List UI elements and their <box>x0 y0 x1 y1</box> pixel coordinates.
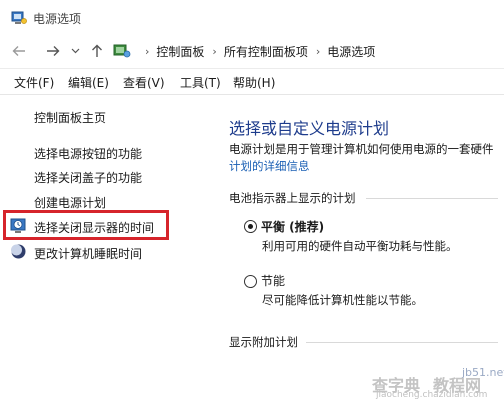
menu-view[interactable]: 查看(V) <box>123 74 165 91</box>
window-title: 电源选项 <box>33 12 82 26</box>
breadcrumb-item-power-options[interactable]: 电源选项 <box>327 43 375 60</box>
back-arrow-icon[interactable] <box>10 42 28 60</box>
plan-name-power-saver[interactable]: 节能 <box>261 272 285 289</box>
section-divider <box>366 198 498 199</box>
plan-name-balanced[interactable]: 平衡 (推荐) <box>261 218 324 235</box>
chevron-right-icon: › <box>145 44 150 58</box>
control-panel-icon <box>113 44 131 58</box>
sidebar-item-power-button[interactable]: 选择电源按钮的功能 <box>34 145 142 162</box>
sidebar-home-link[interactable]: 控制面板主页 <box>34 109 106 126</box>
clock-display-icon <box>10 218 26 233</box>
toolbar-divider <box>0 94 504 95</box>
menu-edit[interactable]: 编辑(E) <box>68 74 109 91</box>
sidebar-item-display-off-time[interactable]: 选择关闭显示器的时间 <box>34 219 154 236</box>
breadcrumb: › 控制面板 › 所有控制面板项 › 电源选项 <box>113 41 375 61</box>
power-options-window: 电源选项 › 控制面板 › 所有控制面板项 › 电源选项 文件(F) 编辑(E)… <box>0 0 504 402</box>
moon-sleep-icon <box>11 244 26 259</box>
menu-bar: 文件(F) 编辑(E) 查看(V) 工具(T) 帮助(H) <box>0 68 504 92</box>
title-bar: 电源选项 <box>0 0 504 36</box>
breadcrumb-item-control-panel[interactable]: 控制面板 <box>156 43 204 60</box>
plan-description: 电源计划是用于管理计算机如何使用电源的一套硬件 <box>229 142 494 156</box>
radio-power-saver[interactable] <box>244 275 257 288</box>
menu-file[interactable]: 文件(F) <box>14 74 54 91</box>
sidebar-item-sleep-time[interactable]: 更改计算机睡眠时间 <box>34 245 142 262</box>
extra-section-divider <box>306 342 498 343</box>
watermark-site: jb51.net <box>462 366 504 379</box>
menu-help[interactable]: 帮助(H) <box>233 74 275 91</box>
sidebar-item-close-lid[interactable]: 选择关闭盖子的功能 <box>34 169 142 186</box>
navigation-bar: › 控制面板 › 所有控制面板项 › 电源选项 <box>0 36 504 66</box>
radio-balanced[interactable] <box>244 220 257 233</box>
breadcrumb-item-all-items[interactable]: 所有控制面板项 <box>224 43 308 60</box>
plan-desc-power-saver: 尽可能降低计算机性能以节能。 <box>262 293 423 307</box>
power-options-icon <box>11 11 27 24</box>
battery-section-title: 电池指示器上显示的计划 <box>229 191 356 205</box>
up-arrow-icon[interactable] <box>88 42 106 60</box>
forward-arrow-icon[interactable] <box>44 42 62 60</box>
chevron-right-icon: › <box>212 44 217 58</box>
plan-desc-balanced: 利用可用的硬件自动平衡功耗与性能。 <box>262 239 458 253</box>
chevron-right-icon: › <box>315 44 321 58</box>
sidebar-item-create-plan[interactable]: 创建电源计划 <box>34 194 106 211</box>
plan-details-link[interactable]: 计划的详细信息 <box>229 158 310 174</box>
page-title: 选择或自定义电源计划 <box>229 119 390 138</box>
menu-tools[interactable]: 工具(T) <box>180 74 221 91</box>
extra-plans-title[interactable]: 显示附加计划 <box>229 334 298 350</box>
watermark-url: jiaocheng.chazidian.com <box>376 390 488 400</box>
dropdown-chevron-icon[interactable] <box>69 42 81 60</box>
